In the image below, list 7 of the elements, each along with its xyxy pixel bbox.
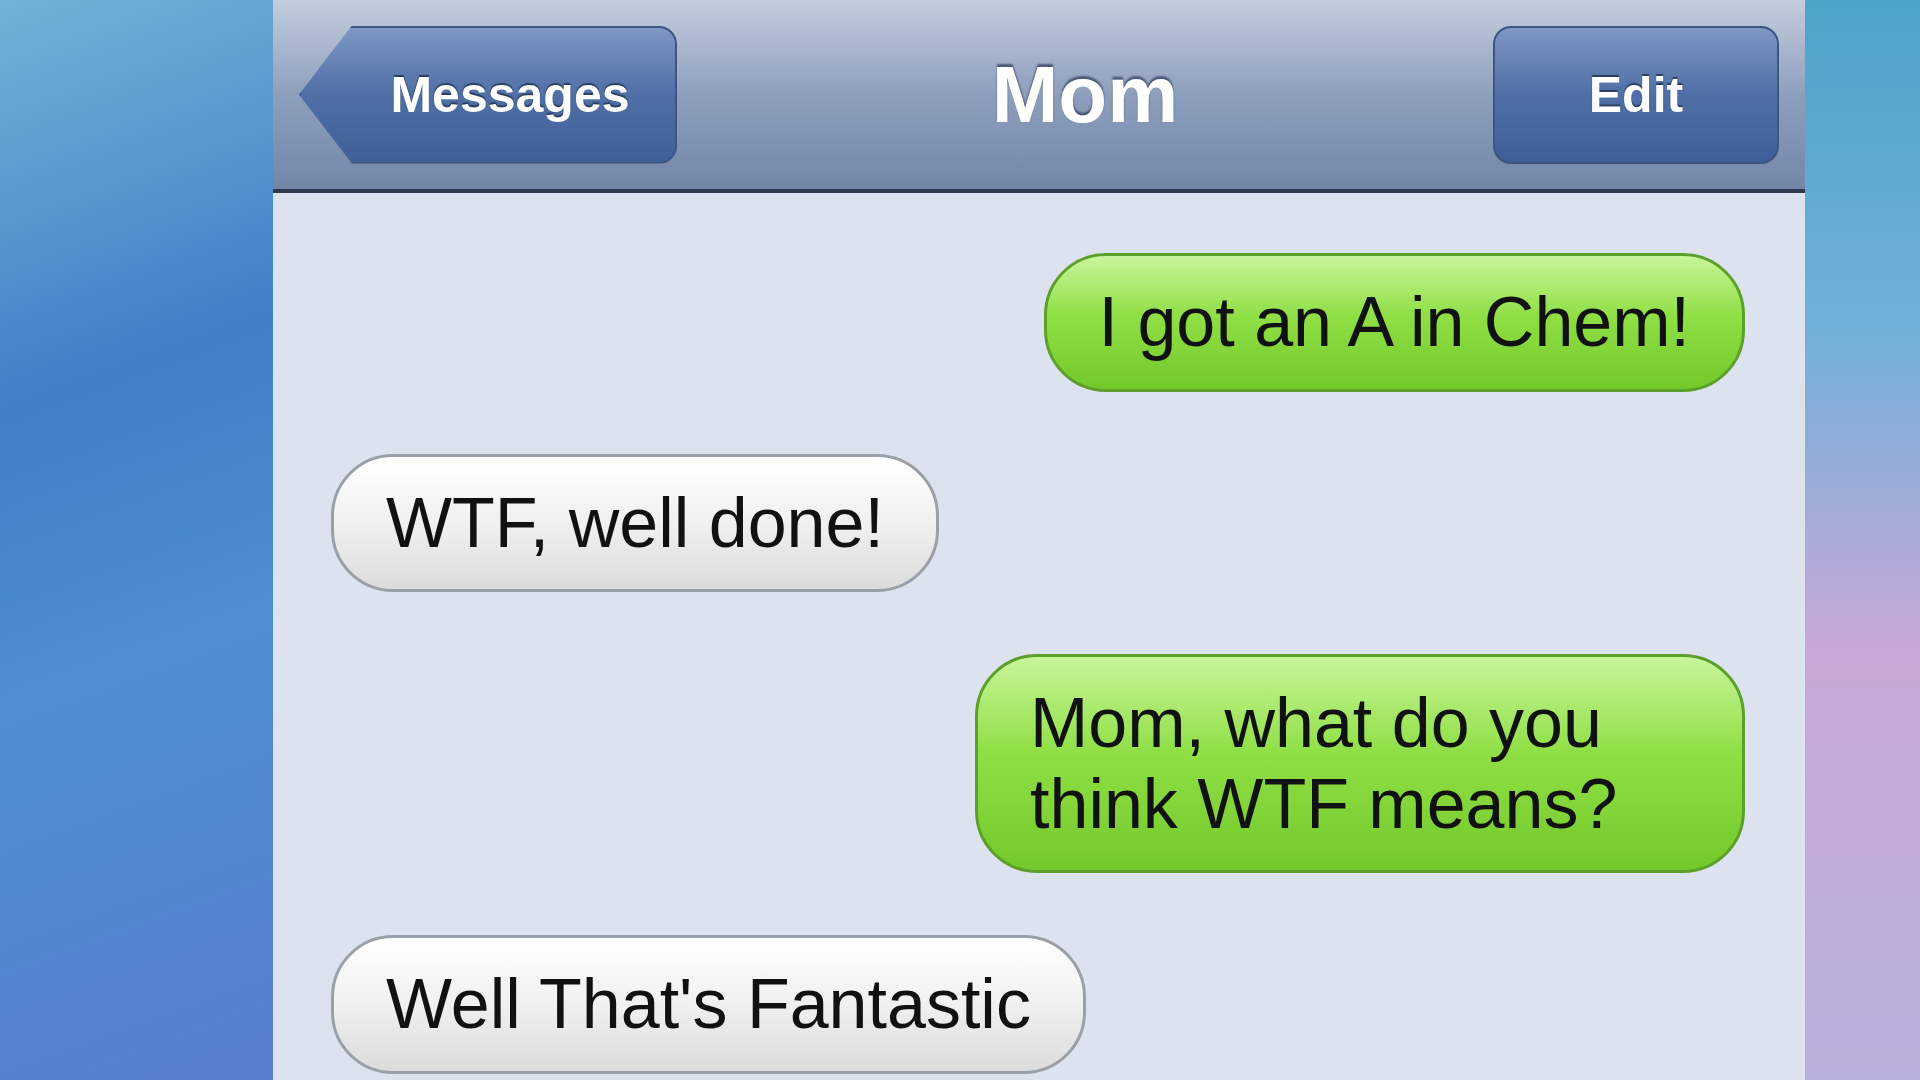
message-bubble: WTF, well done! [331,453,939,592]
back-button[interactable]: Messages [299,25,677,164]
message-bubble: I got an A in Chem! [1043,253,1745,392]
edit-button[interactable]: Edit [1493,25,1779,164]
message-bubble: Mom, what do you think WTF means? [975,654,1745,873]
conversation-title: Mom [991,48,1179,141]
message-bubble: Well That's Fantastic [331,935,1086,1074]
